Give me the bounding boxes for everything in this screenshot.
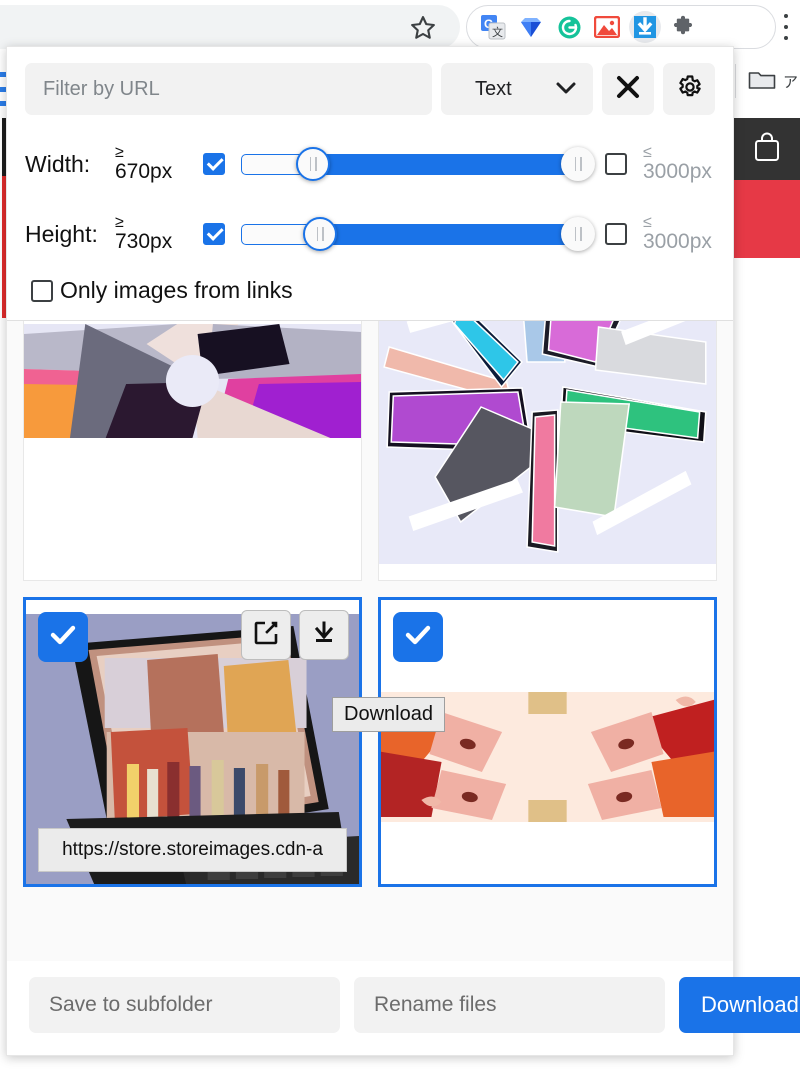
download-tooltip: Download [332,697,445,732]
width-min-value-group: ≥ 670px [115,143,187,184]
popup-bottom-bar: Download [7,961,800,1055]
download-all-images-extension-icon[interactable] [629,11,661,43]
clear-filter-button[interactable] [602,63,654,115]
height-min-handle[interactable] [303,217,338,251]
image-grid-scroll[interactable]: https://store.storeimages.cdn-a Download [7,321,733,961]
width-max-checkbox[interactable] [605,153,627,175]
height-min-value: 730px [115,230,173,254]
width-max-value-group: ≤ 3000px [643,143,715,184]
download-button[interactable]: Download [679,977,800,1033]
extensions-toolbar: G 文 [466,5,776,49]
width-min-value: 670px [115,160,173,184]
rename-files-input[interactable] [354,977,665,1033]
close-x-icon [615,74,641,105]
width-max-handle[interactable] [561,147,596,181]
bookmark-star-icon[interactable] [404,9,442,47]
image-tile-3[interactable]: https://store.storeimages.cdn-a [23,597,362,887]
only-images-from-links-row[interactable]: Only images from links [7,269,733,320]
bookmark-folder-label: ア [783,73,799,91]
open-in-new-tab-button[interactable] [241,610,291,660]
height-max-operator: ≤ [643,213,652,231]
settings-button[interactable] [663,63,715,115]
width-label: Width: [25,150,91,177]
tile-select-checkbox[interactable] [38,612,88,662]
height-min-operator: ≥ [115,213,124,231]
only-images-from-links-label: Only images from links [60,277,293,303]
filter-type-value: Text [475,77,512,100]
chevron-down-icon [555,78,577,101]
open-in-new-tab-icon [252,619,280,652]
image-tile-4[interactable] [378,597,717,887]
check-icon [47,619,79,656]
image-extension-icon[interactable] [591,11,623,43]
tile-select-checkbox[interactable] [393,612,443,662]
bookmark-folder-item[interactable]: ア [748,64,798,98]
image-grid: https://store.storeimages.cdn-a [23,321,717,887]
tile-url-chip: https://store.storeimages.cdn-a [38,828,347,872]
image-thumbnail [24,324,361,438]
tile-action-buttons [241,610,349,660]
width-range-fill [313,154,579,175]
browser-window: G 文 [0,0,800,1071]
folder-icon [748,68,776,94]
height-max-value: 3000px [643,230,712,254]
height-max-value-group: ≤ 3000px [643,213,715,254]
height-max-handle[interactable] [561,217,596,251]
download-image-button[interactable] [299,610,349,660]
extension-popup: Text [6,46,800,1056]
width-max-operator: ≤ [643,143,652,161]
save-to-subfolder-input[interactable] [29,977,340,1033]
size-filters: Width: ≥ 670px ≤ 3000px Height: ≥ 730px … [7,123,733,269]
width-min-operator: ≥ [115,143,124,161]
width-range-slider[interactable] [241,147,596,181]
filter-toolbar: Text [7,47,733,123]
height-min-value-group: ≥ 730px [115,213,187,254]
download-icon [310,619,338,652]
width-max-value: 3000px [643,160,712,184]
browser-menu-icon[interactable] [784,14,788,40]
only-images-from-links-checkbox[interactable] [31,279,53,302]
svg-text:文: 文 [492,25,503,39]
width-min-checkbox[interactable] [203,153,225,175]
google-translate-extension-icon[interactable]: G 文 [477,11,509,43]
check-icon [402,619,434,656]
height-label: Height: [25,220,98,247]
url-filter-input[interactable] [25,63,432,115]
address-bar[interactable] [0,5,460,49]
height-range-slider[interactable] [241,217,596,251]
bookmarks-separator [735,64,736,98]
height-range-fill [320,224,579,245]
puzzle-extensions-icon[interactable] [667,11,699,43]
image-tile-2[interactable] [378,321,717,581]
height-max-checkbox[interactable] [605,223,627,245]
width-filter-row: Width: ≥ 670px ≤ 3000px [25,129,715,199]
grammarly-extension-icon[interactable] [553,11,585,43]
gear-icon [675,73,703,106]
diamond-extension-icon[interactable] [515,11,547,43]
width-min-handle[interactable] [296,147,331,181]
image-thumbnail [379,321,716,564]
height-filter-row: Height: ≥ 730px ≤ 3000px [25,199,715,269]
height-min-checkbox[interactable] [203,223,225,245]
shopping-bag-icon[interactable] [752,130,782,164]
filter-type-select[interactable]: Text [441,63,593,115]
image-tile-1[interactable] [23,321,362,581]
site-red-strip-right [728,180,800,258]
